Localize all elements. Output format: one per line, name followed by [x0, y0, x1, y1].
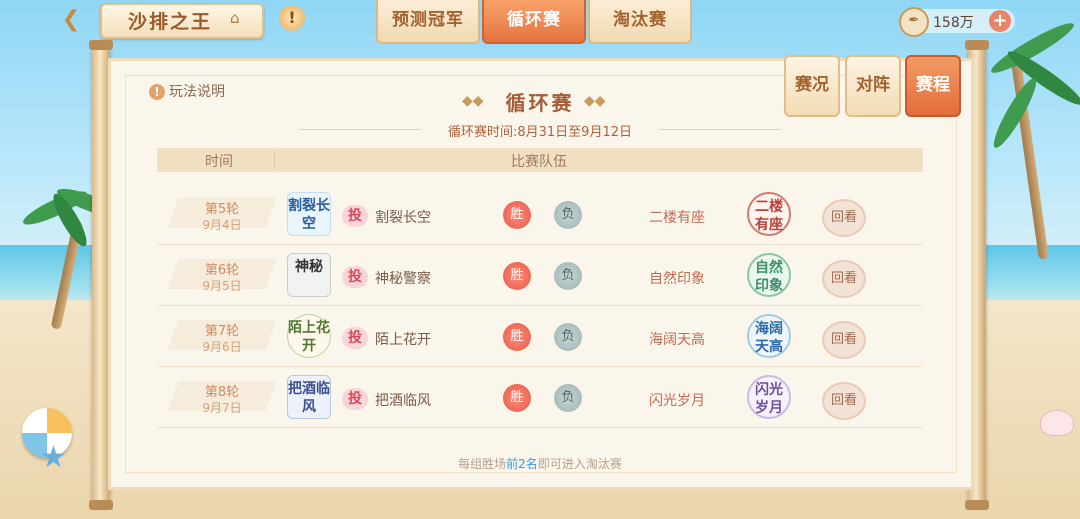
footer-text-prefix: 每组胜场: [458, 457, 507, 471]
vote-button[interactable]: 投: [342, 205, 368, 227]
team-name-right: 自然印象: [649, 271, 705, 287]
table-row: 第8轮 9月7日 把酒临风 投 把酒临风 胜 负 闪光岁月 闪光岁月 回看: [157, 367, 923, 428]
round-date: 9月6日: [202, 340, 242, 354]
win-button[interactable]: 胜: [503, 323, 531, 351]
vote-button[interactable]: 投: [342, 388, 368, 410]
team-logo-left: 陌上花开: [287, 314, 331, 358]
team-name-left: 陌上花开: [375, 332, 431, 348]
round-label: 第5轮: [204, 202, 240, 217]
replay-button[interactable]: 回看: [822, 382, 866, 420]
divider: [660, 129, 780, 130]
tab-knockout[interactable]: 淘汰赛: [588, 0, 692, 44]
footer-highlight: 前2名: [506, 457, 538, 471]
pavilion-icon: ⌂: [230, 9, 240, 27]
win-button[interactable]: 胜: [503, 201, 531, 229]
add-currency-button[interactable]: +: [989, 10, 1011, 32]
team-name-right: 闪光岁月: [649, 393, 705, 409]
lose-button[interactable]: 负: [554, 384, 582, 412]
team-logo-right: 自然印象: [747, 253, 791, 297]
table-row: 第7轮 9月6日 陌上花开 投 陌上花开 胜 负 海阔天高 海阔天高 回看: [157, 306, 923, 367]
tab-round-robin[interactable]: 循环赛: [482, 0, 586, 44]
team-logo-right: 海阔天高: [747, 314, 791, 358]
seashell-icon: [1040, 410, 1074, 436]
team-logo-right: 二楼有座: [747, 192, 791, 236]
team-name-right: 海阔天高: [649, 332, 705, 348]
win-button[interactable]: 胜: [503, 384, 531, 412]
footer-text-suffix: 即可进入淘汰赛: [537, 457, 622, 471]
team-logo-left: 割裂长空: [287, 192, 331, 236]
vote-button[interactable]: 投: [342, 327, 368, 349]
side-tab-status[interactable]: 赛况: [784, 55, 840, 117]
round-label: 第7轮: [204, 324, 240, 339]
side-tab-matchups[interactable]: 对阵: [845, 55, 901, 117]
back-arrow-icon[interactable]: ❮: [52, 6, 90, 34]
info-alert-button[interactable]: !: [279, 5, 305, 31]
team-name-left: 割裂长空: [375, 210, 431, 226]
round-label: 第8轮: [204, 385, 240, 400]
column-header-teams: 比赛队伍: [511, 154, 567, 170]
table-row: 第6轮 9月5日 神秘 投 神秘警察 胜 负 自然印象 自然印象 回看: [157, 245, 923, 306]
feather-coin-icon: ✒: [899, 7, 929, 37]
title-ornament-right-icon: ◆◆: [584, 93, 606, 109]
team-name-right: 二楼有座: [649, 210, 705, 226]
round-date: 9月4日: [202, 218, 242, 232]
lose-button[interactable]: 负: [554, 323, 582, 351]
top-bar: ❮ 沙排之王 ⌂ ! 预测冠军 循环赛 淘汰赛 ✒ 158万 +: [0, 0, 1080, 44]
currency-amount: 158万: [933, 15, 974, 31]
starfish-icon: ★: [40, 440, 67, 475]
table-row: 第5轮 9月4日 割裂长空 投 割裂长空 胜 负 二楼有座 二楼有座 回看: [157, 184, 923, 245]
round-robin-period: 循环赛时间:8月31日至9月12日: [447, 125, 632, 140]
lose-button[interactable]: 负: [554, 201, 582, 229]
list-fade: [157, 436, 923, 450]
table-header: 时间 比赛队伍: [157, 148, 923, 172]
replay-button[interactable]: 回看: [822, 199, 866, 237]
footer-hint: 每组胜场前2名即可进入淘汰赛: [0, 455, 1080, 472]
currency-display: ✒ 158万 +: [899, 7, 1015, 37]
team-name-left: 把酒临风: [375, 393, 431, 409]
win-button[interactable]: 胜: [503, 262, 531, 290]
replay-button[interactable]: 回看: [822, 260, 866, 298]
tab-predict-champion[interactable]: 预测冠军: [376, 0, 480, 44]
team-logo-left: 把酒临风: [287, 375, 331, 419]
team-name-left: 神秘警察: [375, 271, 431, 287]
round-label: 第6轮: [204, 263, 240, 278]
column-header-time: 时间: [205, 154, 233, 170]
replay-button[interactable]: 回看: [822, 321, 866, 359]
team-logo-right: 闪光岁月: [747, 375, 791, 419]
side-tab-schedule[interactable]: 赛程: [905, 55, 961, 117]
vote-button[interactable]: 投: [342, 266, 368, 288]
page-title: 沙排之王: [128, 11, 213, 33]
team-logo-left: 神秘: [287, 253, 331, 297]
round-date: 9月5日: [202, 279, 242, 293]
lose-button[interactable]: 负: [554, 262, 582, 290]
round-date: 9月7日: [202, 401, 242, 415]
